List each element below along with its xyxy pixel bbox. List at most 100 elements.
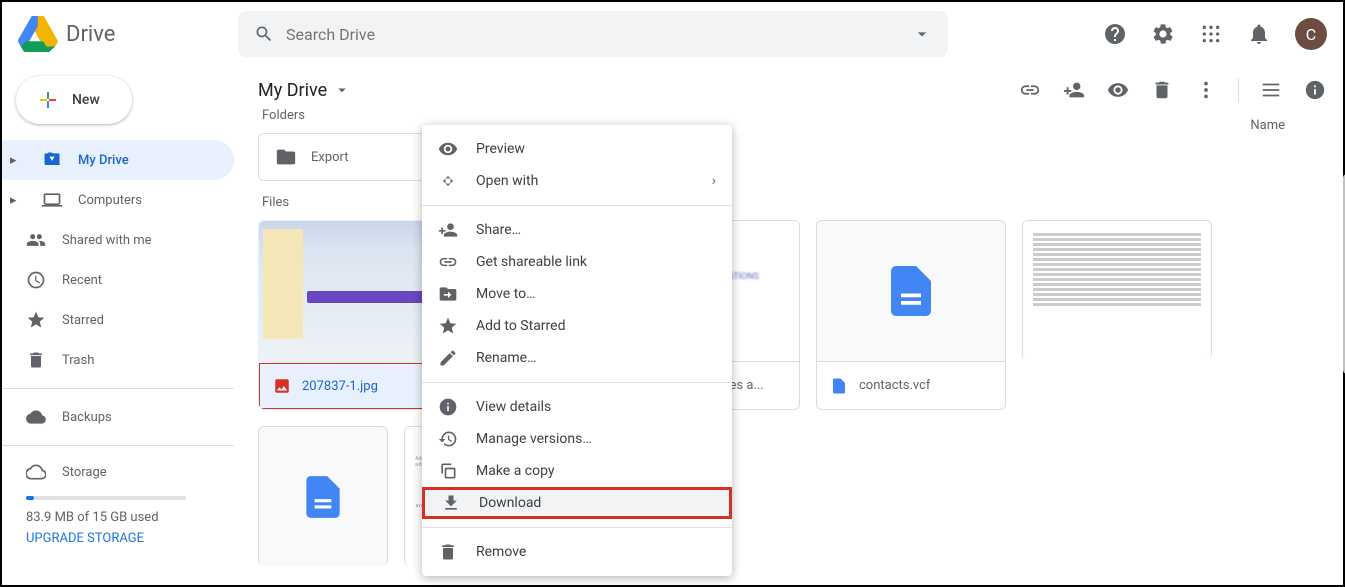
new-button[interactable]: New (16, 76, 132, 124)
menu-label: Rename… (476, 350, 536, 366)
drive-logo-icon (18, 14, 58, 54)
details-button[interactable] (1303, 78, 1327, 102)
file-card[interactable] (258, 426, 388, 566)
file-icon (829, 376, 849, 396)
nav-my-drive[interactable]: ▸ My Drive (2, 140, 234, 180)
menu-label: View details (476, 399, 551, 415)
nav-trash[interactable]: Trash (2, 340, 234, 380)
menu-versions[interactable]: Manage versions… (422, 423, 732, 455)
sort-label[interactable]: Name (1250, 118, 1285, 133)
top-bar: Drive C (2, 2, 1343, 66)
plus-icon (36, 88, 60, 112)
info-icon (438, 397, 458, 417)
menu-label: Open with (476, 173, 538, 189)
toolbar-actions (1018, 78, 1327, 102)
app-name: Drive (66, 22, 115, 47)
menu-label: Share… (476, 222, 521, 238)
nav-shared[interactable]: Shared with me (2, 220, 234, 260)
divider (1238, 78, 1239, 102)
chevron-right-icon: › (712, 173, 716, 189)
clock-icon (26, 270, 46, 290)
nav-label: Computers (78, 193, 142, 208)
file-name: contacts.vcf (859, 378, 930, 393)
file-card[interactable]: contacts.vcf (816, 220, 1006, 410)
nav-label: Recent (62, 273, 102, 288)
delete-button[interactable] (1150, 78, 1174, 102)
folder-name: Export (311, 150, 349, 165)
breadcrumb-label: My Drive (258, 80, 327, 101)
link-icon (438, 252, 458, 272)
storage-bar (26, 496, 186, 500)
settings-button[interactable] (1151, 22, 1175, 46)
preview-button[interactable] (1106, 78, 1130, 102)
cloud-outline-icon (26, 462, 46, 482)
menu-move-to[interactable]: Move to… (422, 278, 732, 310)
trash-icon (438, 542, 458, 562)
search-input[interactable] (286, 25, 912, 44)
open-with-icon (438, 171, 458, 191)
new-button-label: New (72, 92, 100, 108)
menu-preview[interactable]: Preview (422, 133, 732, 165)
search-bar[interactable] (238, 11, 948, 57)
expand-icon[interactable]: ▸ (10, 193, 22, 208)
eye-icon (438, 139, 458, 159)
breadcrumb[interactable]: My Drive (258, 80, 351, 101)
nav-recent[interactable]: Recent (2, 260, 234, 300)
file-card-selected[interactable]: 207837-1.jpg (258, 220, 448, 410)
more-button[interactable] (1194, 78, 1218, 102)
history-icon (438, 429, 458, 449)
search-options-icon[interactable] (912, 24, 932, 44)
file-thumbnail (1023, 221, 1211, 360)
menu-shareable-link[interactable]: Get shareable link (422, 246, 732, 278)
topbar-actions: C (1103, 18, 1327, 50)
file-thumbnail (259, 427, 387, 566)
copy-icon (438, 461, 458, 481)
menu-label: Move to… (476, 286, 536, 302)
menu-label: Make a copy (476, 463, 555, 479)
menu-download[interactable]: Download (422, 487, 732, 519)
menu-details[interactable]: View details (422, 391, 732, 423)
nav-backups[interactable]: Backups (2, 397, 234, 437)
cloud-icon (26, 407, 46, 427)
context-menu: Preview Open with › Share… Get shareable… (422, 125, 732, 576)
upgrade-link[interactable]: UPGRADE STORAGE (26, 531, 210, 546)
apps-button[interactable] (1199, 22, 1223, 46)
menu-open-with[interactable]: Open with › (422, 165, 732, 197)
folder-icon (275, 146, 297, 168)
menu-label: Manage versions… (476, 431, 592, 447)
menu-label: Get shareable link (476, 254, 587, 270)
file-icon (298, 467, 348, 527)
menu-label: Add to Starred (476, 318, 565, 334)
nav-starred[interactable]: Starred (2, 300, 234, 340)
share-button[interactable] (1062, 78, 1086, 102)
menu-remove[interactable]: Remove (422, 536, 732, 568)
notifications-button[interactable] (1247, 22, 1271, 46)
menu-divider (422, 527, 732, 528)
menu-share[interactable]: Share… (422, 214, 732, 246)
files-grid: 207837-1.jpg AND REGULATIONS(2017-2018) … (258, 220, 1327, 566)
folders-label: Folders (262, 108, 1327, 123)
account-avatar[interactable]: C (1295, 18, 1327, 50)
menu-divider (422, 205, 732, 206)
file-name: 207837-1.jpg (302, 379, 378, 394)
main-content: My Drive Name Folders Export Test (242, 66, 1343, 585)
nav-computers[interactable]: ▸ Computers (2, 180, 234, 220)
trash-icon (26, 350, 46, 370)
nav-label: Shared with me (62, 233, 152, 248)
get-link-button[interactable] (1018, 78, 1042, 102)
file-card[interactable] (1022, 220, 1212, 360)
menu-star[interactable]: Add to Starred (422, 310, 732, 342)
list-view-button[interactable] (1259, 78, 1283, 102)
expand-icon[interactable]: ▸ (10, 153, 22, 168)
star-icon (438, 316, 458, 336)
help-button[interactable] (1103, 22, 1127, 46)
menu-label: Download (479, 495, 541, 511)
storage-title[interactable]: Storage (62, 465, 107, 480)
menu-label: Preview (476, 141, 525, 157)
storage-section: Storage 83.9 MB of 15 GB used UPGRADE ST… (2, 454, 234, 554)
drive-logo[interactable]: Drive (18, 14, 238, 54)
menu-rename[interactable]: Rename… (422, 342, 732, 374)
divider (2, 388, 234, 389)
drive-icon (42, 150, 62, 170)
menu-copy[interactable]: Make a copy (422, 455, 732, 487)
